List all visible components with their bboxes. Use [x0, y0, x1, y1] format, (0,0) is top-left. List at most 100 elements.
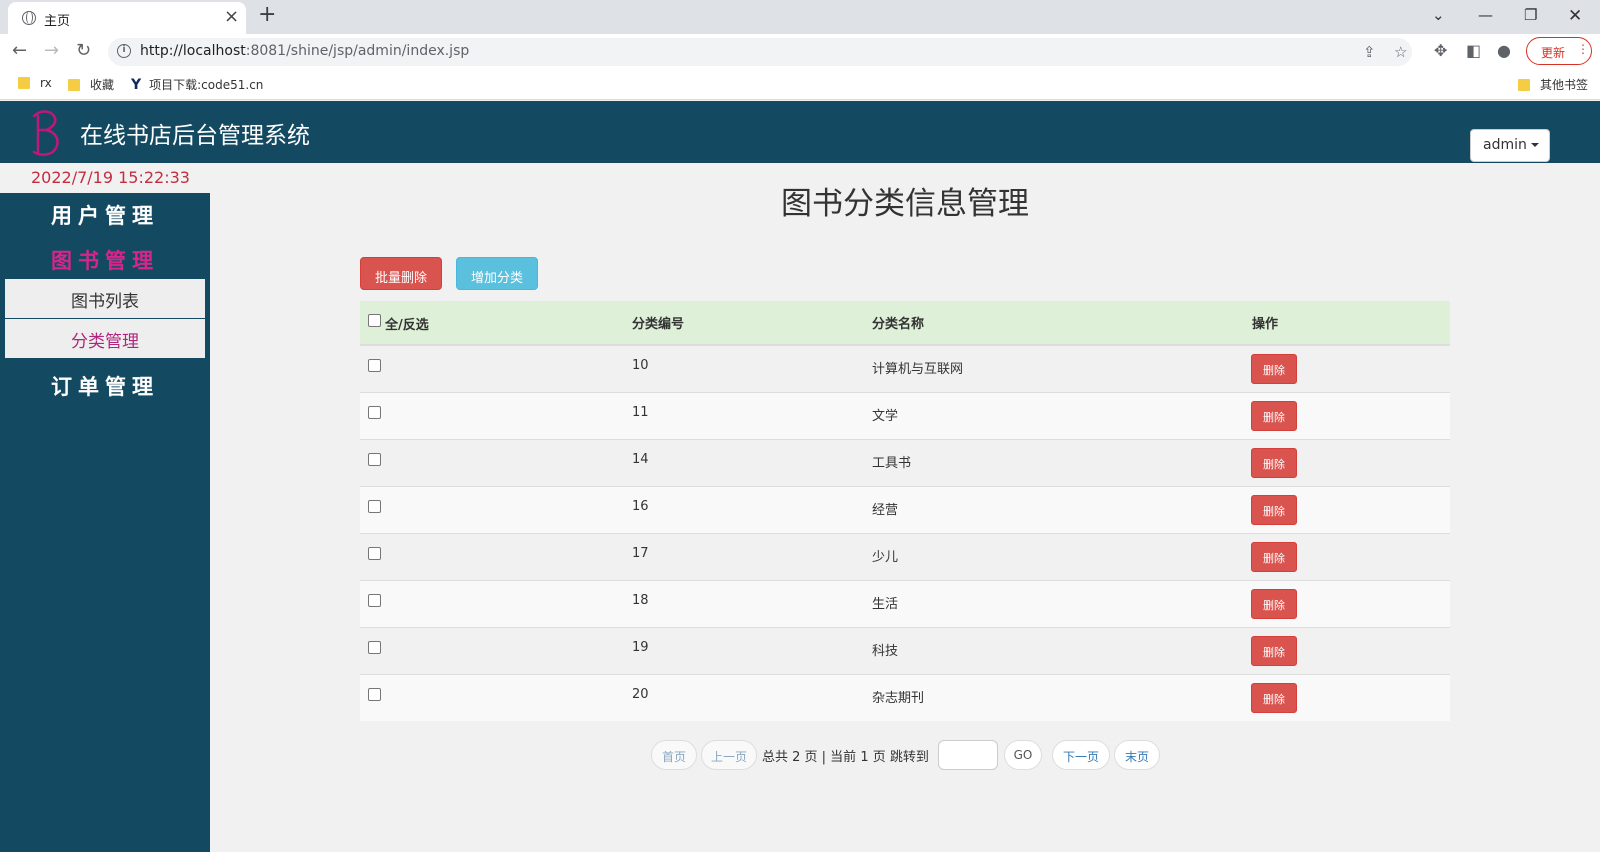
page-info: 总共 2 页 | 当前 1 页 跳转到 [762, 750, 929, 765]
sidebar-item-category-management[interactable]: 分类管理 [5, 319, 205, 358]
delete-button[interactable]: 删除 [1251, 636, 1297, 666]
sidebar-section-books[interactable]: 图书管理 [0, 245, 210, 275]
category-name: 少儿 [872, 550, 899, 565]
table-row: 10 计算机与互联网 删除 [360, 345, 1450, 392]
bookmark-rx[interactable]: rx [18, 76, 52, 90]
category-name: 杂志期刊 [872, 691, 925, 706]
update-button[interactable]: 更新 ⋮ [1526, 37, 1592, 65]
category-name: 文学 [872, 409, 899, 424]
sidebar-item-book-list[interactable]: 图书列表 [5, 279, 205, 318]
url-text[interactable]: http://localhost:8081/shine/jsp/admin/in… [140, 43, 469, 59]
sidebar-section-orders[interactable]: 订单管理 [0, 371, 210, 401]
category-id: 16 [632, 499, 649, 514]
category-id: 19 [632, 640, 649, 655]
extensions-icon[interactable]: ✥ [1434, 41, 1447, 60]
delete-button[interactable]: 删除 [1251, 495, 1297, 525]
browser-tab[interactable]: 主页 × [8, 2, 246, 34]
table-row: 18 生活 删除 [360, 580, 1450, 627]
category-id: 20 [632, 687, 649, 702]
bookmark-favorites[interactable]: 收藏 [68, 76, 114, 93]
last-page-button[interactable]: 末页 [1114, 740, 1160, 770]
delete-button[interactable]: 删除 [1251, 589, 1297, 619]
col-category-id: 分类编号 [632, 317, 685, 332]
bookmark-star-icon[interactable]: ☆ [1394, 43, 1407, 61]
globe-icon [22, 11, 36, 25]
row-checkbox[interactable] [368, 547, 381, 560]
user-menu-button[interactable]: admin [1470, 129, 1550, 162]
side-panel-icon[interactable]: ◧ [1466, 41, 1481, 60]
add-category-button[interactable]: 增加分类 [456, 257, 538, 290]
category-id: 17 [632, 546, 649, 561]
tab-search-icon[interactable]: ⌄ [1432, 6, 1445, 24]
app-header: 在线书店后台管理系统 admin [0, 101, 1600, 163]
caret-down-icon [1530, 143, 1539, 147]
row-checkbox[interactable] [368, 406, 381, 419]
table-row: 16 经营 删除 [360, 486, 1450, 533]
bookmark-label: 收藏 [90, 78, 115, 92]
delete-button[interactable]: 删除 [1251, 448, 1297, 478]
bookmark-label: rx [40, 76, 52, 90]
first-page-button[interactable]: 首页 [651, 740, 697, 770]
reload-icon[interactable]: ↻ [76, 40, 91, 61]
clock: 2022/7/19 15:22:33 [0, 163, 210, 193]
other-bookmarks[interactable]: 其他书签 [1518, 76, 1588, 93]
row-checkbox[interactable] [368, 641, 381, 654]
row-checkbox[interactable] [368, 453, 381, 466]
url-path: :8081/shine/jsp/admin/index.jsp [245, 43, 470, 59]
restore-icon[interactable]: ❐ [1524, 6, 1537, 24]
profile-icon[interactable]: ● [1497, 41, 1511, 60]
jump-page-input[interactable] [938, 740, 998, 770]
share-icon[interactable]: ⇪ [1363, 43, 1376, 61]
app-logo-icon [32, 110, 59, 156]
folder-icon [68, 79, 80, 91]
batch-delete-button[interactable]: 批量删除 [360, 257, 442, 290]
bookmark-code51[interactable]: Y 项目下载:code51.cn [131, 76, 263, 93]
tab-title: 主页 [44, 14, 71, 29]
app-title: 在线书店后台管理系统 [80, 123, 310, 149]
delete-button[interactable]: 删除 [1251, 401, 1297, 431]
new-tab-icon[interactable]: + [258, 2, 276, 27]
table-row: 20 杂志期刊 删除 [360, 674, 1450, 721]
sidebar-section-users[interactable]: 用户管理 [0, 200, 210, 230]
bookmarks-bar: rx 收藏 Y 项目下载:code51.cn 其他书签 [0, 68, 1600, 100]
table-row: 17 少儿 删除 [360, 533, 1450, 580]
row-checkbox[interactable] [368, 688, 381, 701]
table-row: 19 科技 删除 [360, 627, 1450, 674]
bookmark-label: 其他书签 [1540, 78, 1589, 92]
prev-page-button[interactable]: 上一页 [701, 740, 757, 770]
col-category-name: 分类名称 [872, 317, 925, 332]
delete-button[interactable]: 删除 [1251, 542, 1297, 572]
category-name: 科技 [872, 644, 899, 659]
address-bar[interactable]: i http://localhost:8081/shine/jsp/admin/… [108, 38, 1412, 66]
browser-toolbar: ← → ↻ i http://localhost:8081/shine/jsp/… [0, 34, 1600, 68]
table-row: 11 文学 删除 [360, 392, 1450, 439]
folder-icon [18, 77, 30, 89]
close-tab-icon[interactable]: × [224, 6, 239, 27]
bookmark-label: 项目下载:code51.cn [149, 78, 264, 92]
minimize-icon[interactable]: — [1478, 6, 1493, 24]
sidebar: 用户管理 图书管理 图书列表 分类管理 订单管理 [0, 193, 210, 852]
go-button[interactable]: GO [1004, 740, 1042, 770]
site-logo-icon: Y [131, 77, 142, 93]
col-select-all: 全/反选 [385, 318, 429, 333]
row-checkbox[interactable] [368, 500, 381, 513]
category-id: 11 [632, 405, 649, 420]
info-icon[interactable]: i [117, 44, 131, 58]
category-name: 计算机与互联网 [872, 362, 964, 377]
forward-icon[interactable]: → [44, 40, 59, 61]
back-icon[interactable]: ← [12, 40, 27, 61]
category-id: 14 [632, 452, 649, 467]
next-page-button[interactable]: 下一页 [1052, 740, 1110, 770]
category-id: 18 [632, 593, 649, 608]
page-title: 图书分类信息管理 [781, 186, 1029, 222]
select-all-checkbox[interactable] [368, 314, 381, 327]
row-checkbox[interactable] [368, 359, 381, 372]
close-window-icon[interactable]: ✕ [1568, 6, 1582, 26]
delete-button[interactable]: 删除 [1251, 683, 1297, 713]
menu-icon: ⋮ [1577, 42, 1589, 56]
category-id: 10 [632, 358, 649, 373]
row-checkbox[interactable] [368, 594, 381, 607]
folder-icon [1518, 79, 1530, 91]
delete-button[interactable]: 删除 [1251, 354, 1297, 384]
category-name: 工具书 [872, 456, 912, 471]
